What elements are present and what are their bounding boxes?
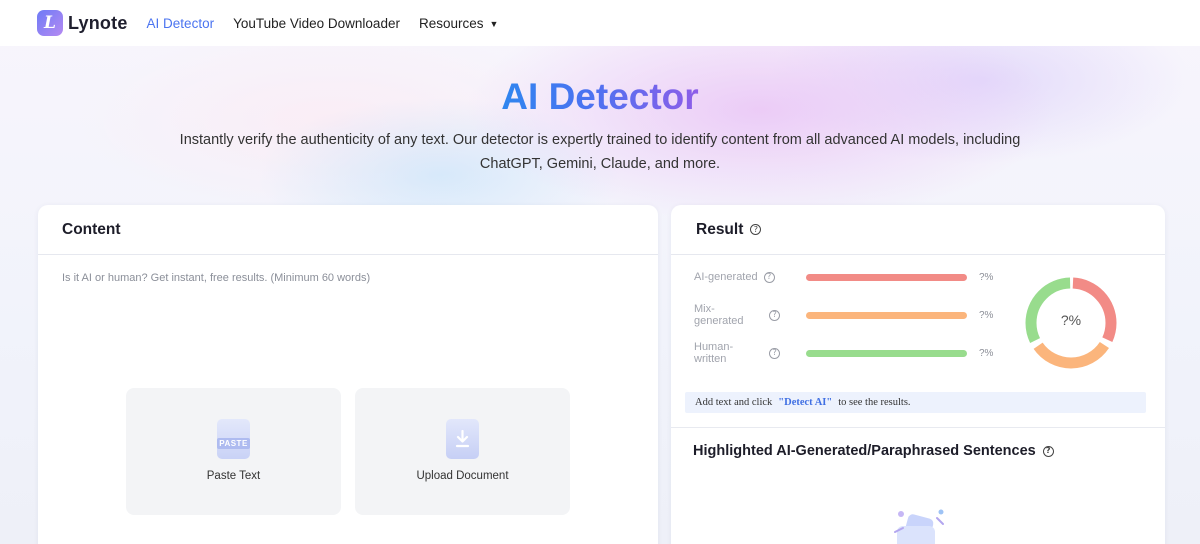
result-row-human-written: Human-written ? ?% bbox=[694, 341, 994, 365]
content-input-placeholder[interactable]: Is it AI or human? Get instant, free res… bbox=[62, 272, 370, 284]
mix-generated-value: ?% bbox=[979, 309, 994, 321]
logo[interactable]: L Lynote bbox=[37, 10, 128, 36]
hero-subtitle-line-1: Instantly verify the authenticity of any… bbox=[179, 132, 1021, 148]
nav-youtube-downloader[interactable]: YouTube Video Downloader bbox=[233, 16, 400, 31]
paste-text-label: Paste Text bbox=[206, 470, 261, 482]
nav-ai-detector[interactable]: AI Detector bbox=[147, 16, 215, 31]
result-row-mix-generated: Mix-generated ? ?% bbox=[694, 303, 994, 327]
human-written-value: ?% bbox=[979, 347, 994, 359]
result-panel: Result ? AI-generated ? ?% Mix-generated… bbox=[671, 205, 1165, 544]
human-written-bar bbox=[806, 349, 967, 357]
content-title: Content bbox=[62, 220, 121, 238]
notice-prefix: Add text and click bbox=[695, 397, 773, 408]
paste-icon-text: PASTE bbox=[217, 438, 250, 449]
content-panel: Content Is it AI or human? Get instant, … bbox=[38, 205, 658, 544]
ai-generated-label: AI-generated ? bbox=[694, 271, 780, 283]
caret-down-icon: ▼ bbox=[489, 18, 499, 29]
result-row-ai-generated: AI-generated ? ?% bbox=[694, 270, 993, 284]
upload-doc-icon bbox=[446, 419, 479, 459]
result-panel-header: Result ? bbox=[671, 205, 1165, 255]
page-title: AI Detector bbox=[501, 76, 699, 117]
ai-generated-value: ?% bbox=[979, 271, 994, 283]
highlight-title-text: Highlighted AI-Generated/Paraphrased Sen… bbox=[693, 443, 1036, 459]
paste-doc-icon: PASTE bbox=[217, 419, 250, 459]
logo-text: Lynote bbox=[68, 12, 128, 33]
result-divider bbox=[671, 427, 1165, 428]
hero-subtitle-line-2: ChatGPT, Gemini, Claude, and more. bbox=[479, 156, 721, 172]
ai-generated-bar bbox=[806, 273, 967, 281]
mix-generated-text: Mix-generated bbox=[694, 303, 744, 327]
result-title: Result bbox=[696, 220, 744, 238]
upload-document-button[interactable]: Upload Document bbox=[355, 388, 570, 515]
ai-generated-text: AI-generated bbox=[694, 271, 758, 283]
empty-state-illustration-icon bbox=[894, 509, 944, 544]
highlight-section-title: Highlighted AI-Generated/Paraphrased Sen… bbox=[693, 443, 1054, 459]
nav-resources-label: Resources bbox=[418, 15, 484, 31]
mix-generated-label: Mix-generated ? bbox=[694, 303, 780, 327]
nav-resources[interactable]: Resources ▼ bbox=[419, 16, 498, 31]
hero: AI Detector Instantly verify the authent… bbox=[0, 46, 1200, 176]
lynote-logo-icon: L bbox=[37, 10, 63, 36]
human-written-text: Human-written bbox=[694, 341, 734, 365]
question-circle-icon[interactable]: ? bbox=[750, 224, 762, 235]
question-circle-icon[interactable]: ? bbox=[1042, 445, 1054, 457]
download-arrow-icon bbox=[455, 430, 470, 448]
question-circle-icon[interactable]: ? bbox=[769, 347, 780, 359]
paste-text-button[interactable]: PASTE Paste Text bbox=[126, 388, 341, 515]
result-notice: Add text and click "Detect AI" to see th… bbox=[685, 392, 1146, 413]
upload-document-label: Upload Document bbox=[416, 470, 509, 482]
hero-subtitle: Instantly verify the authenticity of any… bbox=[170, 128, 1030, 176]
donut-center-label: ?% bbox=[1060, 312, 1082, 328]
question-circle-icon[interactable]: ? bbox=[769, 309, 780, 321]
content-panel-header: Content bbox=[38, 205, 658, 255]
top-navbar: L Lynote AI Detector YouTube Video Downl… bbox=[0, 0, 1200, 46]
notice-suffix: to see the results. bbox=[838, 397, 911, 408]
question-circle-icon[interactable]: ? bbox=[763, 271, 775, 283]
mix-generated-bar bbox=[806, 311, 967, 319]
human-written-label: Human-written ? bbox=[694, 341, 780, 365]
notice-action: "Detect AI" bbox=[778, 397, 833, 408]
